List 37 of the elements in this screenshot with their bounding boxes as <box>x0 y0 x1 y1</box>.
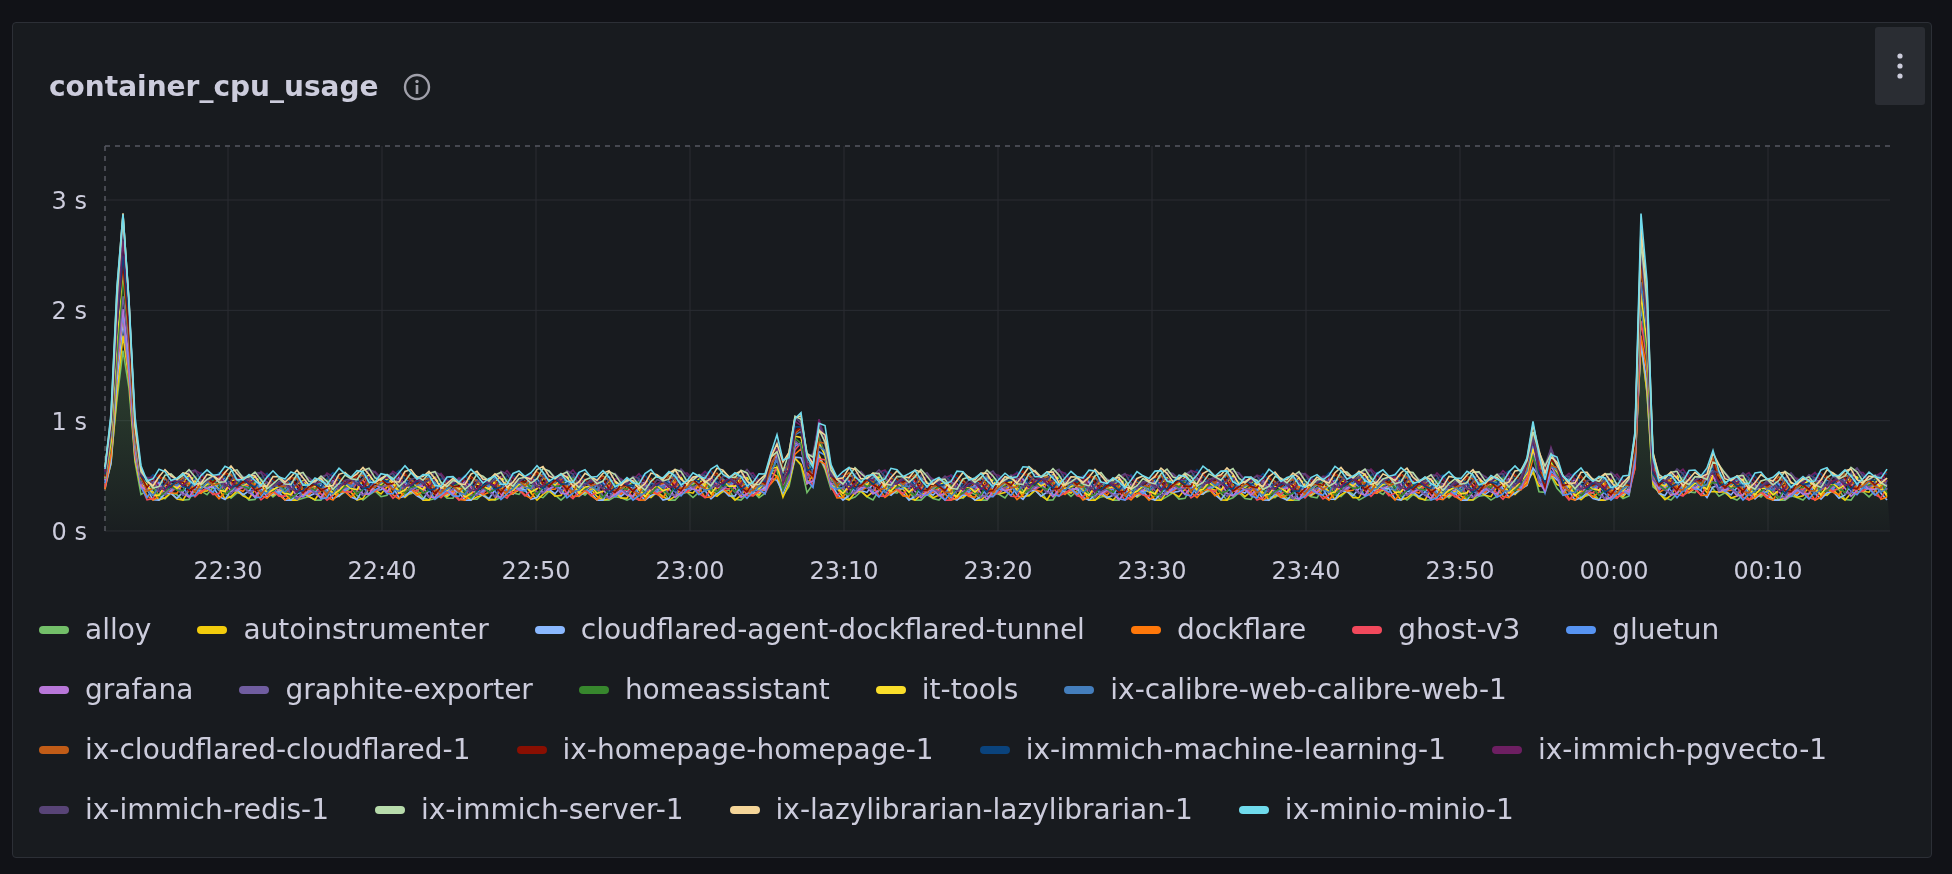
y-axis-label: 3 s <box>51 187 87 215</box>
x-axis-label: 23:20 <box>963 557 1033 585</box>
legend-item[interactable]: alloy <box>85 609 152 651</box>
legend-item[interactable]: ix-immich-machine-learning-1 <box>1025 729 1446 771</box>
x-axis-label: 22:50 <box>501 557 571 585</box>
legend-item[interactable]: it-tools <box>921 669 1019 711</box>
y-axis-label: 1 s <box>51 407 87 436</box>
legend-item[interactable]: gluetun <box>1612 609 1720 651</box>
panel-title: container_cpu_usage <box>49 69 379 105</box>
legend-item[interactable]: homeassistant <box>624 669 830 711</box>
legend-item[interactable]: ix-immich-redis-1 <box>85 789 329 831</box>
x-axis-label: 23:50 <box>1425 557 1495 585</box>
y-axis-label: 0 s <box>51 518 87 546</box>
x-axis-label: 23:40 <box>1271 557 1341 585</box>
legend-item[interactable]: autoinstrumenter <box>243 609 489 651</box>
menu-icon[interactable] <box>1896 51 1904 81</box>
x-axis-label: 22:40 <box>347 557 417 585</box>
x-axis-label: 22:30 <box>193 557 263 585</box>
legend-item[interactable]: dockflare <box>1176 609 1307 651</box>
legend-item[interactable]: ix-lazylibrarian-lazylibrarian-1 <box>775 789 1193 831</box>
legend-item[interactable]: ix-calibre-web-calibre-web-1 <box>1110 669 1507 711</box>
x-axis-label: 23:00 <box>655 557 725 585</box>
legend-item[interactable]: cloudflared-agent-dockflared-tunnel <box>580 609 1085 651</box>
legend-item[interactable]: graphite-exporter <box>285 669 533 711</box>
legend-item[interactable]: ix-immich-pgvecto-1 <box>1538 729 1828 771</box>
legend-item[interactable]: ix-cloudflared-cloudflared-1 <box>85 729 471 771</box>
info-icon[interactable] <box>402 72 433 102</box>
legend-item[interactable]: ix-immich-server-1 <box>421 789 684 831</box>
legend-item[interactable]: ix-minio-minio-1 <box>1284 789 1514 831</box>
x-axis-label: 00:00 <box>1579 557 1649 585</box>
x-axis-label: 23:30 <box>1117 557 1187 585</box>
legend-item[interactable]: grafana <box>85 669 194 711</box>
legend-item[interactable]: ghost-v3 <box>1398 609 1521 651</box>
legend-item[interactable]: ix-homepage-homepage-1 <box>562 729 934 771</box>
y-axis-label: 2 s <box>51 297 87 326</box>
x-axis-label: 23:10 <box>809 557 879 585</box>
x-axis-label: 00:10 <box>1733 557 1803 585</box>
